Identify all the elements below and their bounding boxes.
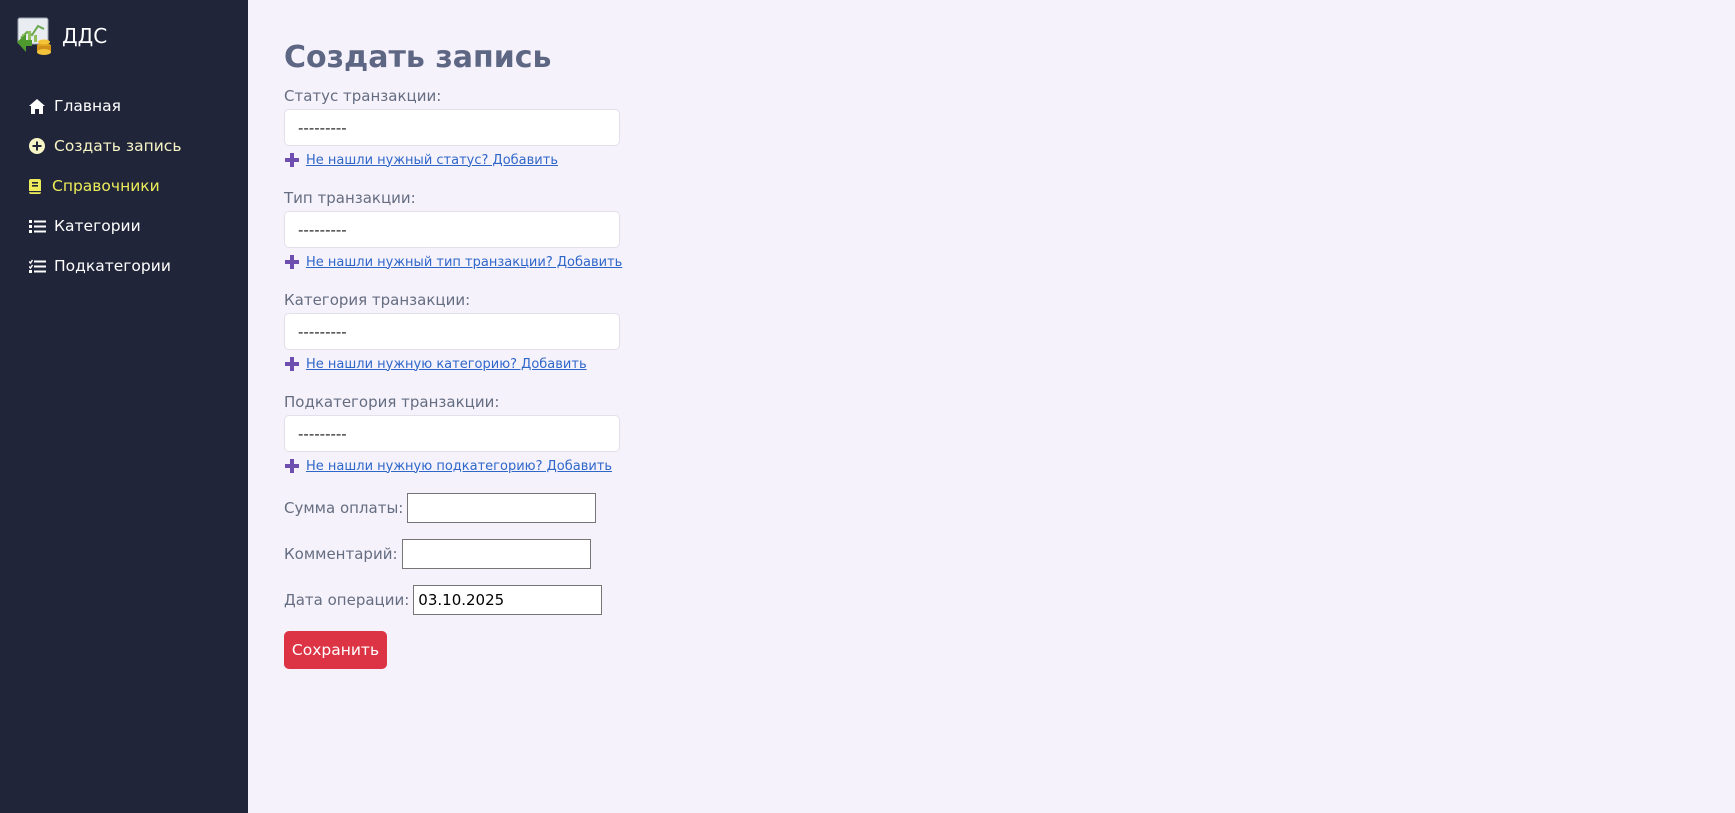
add-status-link-text: Не нашли нужный статус? Добавить [306,152,558,168]
sidebar: ДДС Главная Создать запись Справочники К… [0,0,248,813]
add-status-link[interactable]: Не нашли нужный статус? Добавить [284,152,558,168]
type-select-value: --------- [298,220,347,239]
brand[interactable]: ДДС [14,16,107,56]
category-label: Категория транзакции: [284,291,471,309]
finance-chart-coins-icon [14,16,54,56]
sidebar-nav: Главная Создать запись Справочники Катег… [28,86,181,286]
add-subcategory-link-text: Не нашли нужную подкатегорию? Добавить [306,458,613,474]
add-type-link[interactable]: Не нашли нужный тип транзакции? Добавить [284,254,622,270]
type-select[interactable]: --------- [284,211,620,248]
app-title: ДДС [62,24,108,48]
status-select[interactable]: --------- [284,109,620,146]
add-type-link-text: Не нашли нужный тип транзакции? Добавить [306,254,623,270]
comment-field: Комментарий: [284,539,591,569]
add-category-link[interactable]: Не нашли нужную категорию? Добавить [284,356,587,372]
date-input[interactable] [413,585,603,615]
sidebar-item-subcategories[interactable]: Подкатегории [28,246,181,286]
date-field: Дата операции: [284,585,603,615]
sidebar-item-label: Справочники [52,177,160,195]
plus-icon [284,356,300,372]
book-icon [26,177,44,195]
status-select-value: --------- [298,118,347,137]
sidebar-item-categories[interactable]: Категории [28,206,181,246]
plus-icon [284,254,300,270]
amount-label: Сумма оплаты: [284,499,404,517]
subcategory-select[interactable]: --------- [284,415,620,452]
plus-circle-icon [28,137,46,155]
date-label: Дата операции: [284,591,410,609]
sidebar-item-home[interactable]: Главная [28,86,181,126]
sidebar-item-create[interactable]: Создать запись [28,126,181,166]
subcategory-label: Подкатегория транзакции: [284,393,500,411]
add-subcategory-link[interactable]: Не нашли нужную подкатегорию? Добавить [284,458,612,474]
sidebar-item-label: Главная [54,97,121,115]
add-category-link-text: Не нашли нужную категорию? Добавить [306,356,587,372]
save-button[interactable]: Сохранить [284,631,387,669]
home-icon [28,97,46,115]
comment-label: Комментарий: [284,545,398,563]
list-icon [28,217,46,235]
sidebar-item-label: Подкатегории [54,257,171,275]
sidebar-item-label: Создать запись [54,137,182,155]
plus-icon [284,152,300,168]
subcategory-select-value: --------- [298,424,347,443]
list-check-icon [28,257,46,275]
amount-field: Сумма оплаты: [284,493,597,523]
category-select[interactable]: --------- [284,313,620,350]
sidebar-item-references[interactable]: Справочники [26,166,181,206]
type-label: Тип транзакции: [284,189,416,207]
status-label: Статус транзакции: [284,87,442,105]
page-title: Создать запись [284,40,552,75]
comment-input[interactable] [401,539,591,569]
sidebar-item-label: Категории [54,217,141,235]
amount-input[interactable] [407,493,597,523]
plus-icon [284,458,300,474]
category-select-value: --------- [298,322,347,341]
